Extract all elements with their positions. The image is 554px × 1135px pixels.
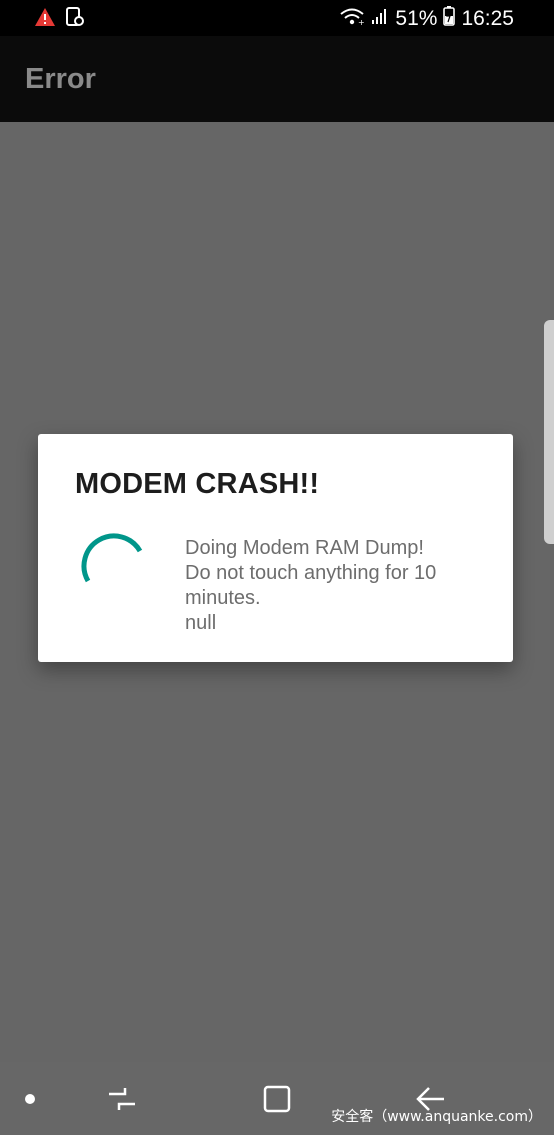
- svg-text:+: +: [358, 18, 365, 26]
- status-left-icons: [34, 7, 84, 32]
- page-title: Error: [25, 63, 96, 95]
- app-bar: Error: [0, 36, 554, 122]
- dialog-message: Doing Modem RAM Dump! Do not touch anyth…: [185, 537, 437, 634]
- recents-icon[interactable]: [105, 1084, 139, 1119]
- battery-percent: 51%: [395, 7, 438, 30]
- warning-icon: [34, 7, 56, 32]
- status-bar: + 51% 16:25: [0, 0, 554, 36]
- watermark-text: 安全客（www.anquanke.com）: [331, 1109, 542, 1125]
- home-icon[interactable]: [262, 1084, 292, 1119]
- dot-icon[interactable]: [25, 1094, 35, 1104]
- scrollbar[interactable]: [544, 320, 554, 544]
- wifi-icon: +: [339, 6, 365, 32]
- navigation-bar: 安全客（www.anquanke.com）: [0, 1062, 554, 1135]
- signal-icon: [371, 7, 389, 31]
- battery-icon: [443, 6, 456, 32]
- clock: 16:25: [461, 7, 514, 30]
- loading-spinner-icon: [81, 533, 143, 583]
- notification-icon: [66, 7, 84, 32]
- dialog-title: MODEM CRASH!!: [75, 468, 320, 500]
- status-right-icons: + 51% 16:25: [339, 6, 514, 32]
- crash-dialog: MODEM CRASH!! Doing Modem RAM Dump! Do n…: [38, 434, 513, 662]
